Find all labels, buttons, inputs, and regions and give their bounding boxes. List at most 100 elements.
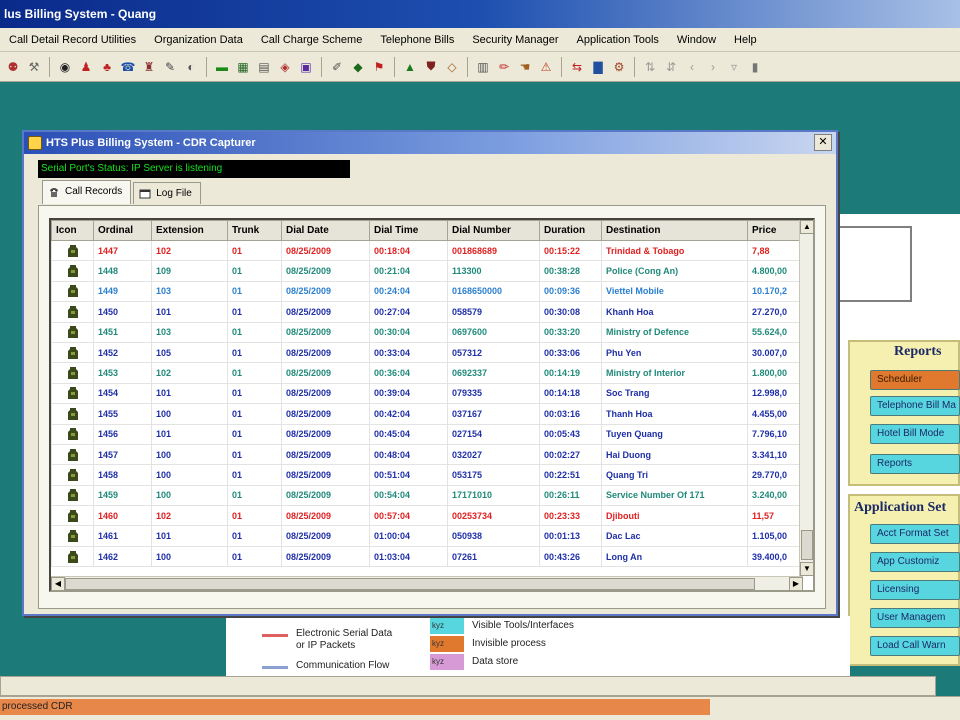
- hand-icon[interactable]: ☚: [516, 58, 534, 76]
- table-row[interactable]: 1461 101 01 08/25/2009 01:00:04 050938 00:01:1…: [51, 525, 804, 547]
- telephone-icon[interactable]: ☎: [119, 58, 137, 76]
- table-row[interactable]: 1455 100 01 08/25/2009 00:42:04 037167 00:03:1…: [51, 403, 804, 425]
- mouse-icon[interactable]: ◐: [182, 58, 200, 76]
- column-header-ordinal[interactable]: Ordinal: [93, 220, 152, 241]
- column-header-duration[interactable]: Duration: [539, 220, 602, 241]
- forward-icon[interactable]: ›: [704, 58, 722, 76]
- flag-icon[interactable]: ⚑: [370, 58, 388, 76]
- filter-icon[interactable]: ▿: [725, 58, 743, 76]
- table-row[interactable]: 1449 103 01 08/25/2009 00:24:04 0168650000 00:…: [51, 280, 804, 303]
- cell-destination: Tuyen Quang: [601, 423, 748, 445]
- wrench-icon[interactable]: ⚒: [25, 58, 43, 76]
- cdr-window-title-bar[interactable]: HTS Plus Billing System - CDR Capturer ✕: [24, 132, 836, 154]
- vertical-scrollbar[interactable]: ▲ ▼: [799, 220, 813, 576]
- tag-icon[interactable]: ◇: [443, 58, 461, 76]
- back-icon[interactable]: ‹: [683, 58, 701, 76]
- table-row[interactable]: 1453 102 01 08/25/2009 00:36:04 0692337 00:14:…: [51, 362, 804, 384]
- pen-icon[interactable]: ✎: [161, 58, 179, 76]
- tab-log-file[interactable]: Log File: [133, 182, 201, 204]
- tools-icon[interactable]: ⚙: [610, 58, 628, 76]
- person-icon[interactable]: ♜: [140, 58, 158, 76]
- column-header-icon[interactable]: Icon: [51, 220, 94, 241]
- edit-icon[interactable]: ✐: [328, 58, 346, 76]
- column-header-trunk[interactable]: Trunk: [227, 220, 282, 241]
- report-icon[interactable]: ▣: [297, 58, 315, 76]
- cell-ordinal: 1459: [93, 484, 152, 507]
- scroll-down-icon[interactable]: ▼: [800, 562, 813, 576]
- menu-application-tools[interactable]: Application Tools: [568, 34, 668, 46]
- group-icon[interactable]: ♣: [98, 58, 116, 76]
- money-icon[interactable]: ▬: [213, 58, 231, 76]
- app-icon: [28, 136, 42, 150]
- notepad-icon[interactable]: ▥: [474, 58, 492, 76]
- chart-icon[interactable]: ◈: [276, 58, 294, 76]
- shield-icon[interactable]: ⛊: [422, 58, 440, 76]
- table-row[interactable]: 1454 101 01 08/25/2009 00:39:04 079335 00:14:1…: [51, 382, 804, 405]
- table-row[interactable]: 1460 102 01 08/25/2009 00:57:04 00253734 00:23…: [51, 505, 804, 527]
- acct-format-button[interactable]: Acct Format Set: [870, 524, 960, 544]
- table-row[interactable]: 1447 102 01 08/25/2009 00:18:04 001868689 00:1…: [51, 239, 804, 262]
- sort-asc-icon[interactable]: ⇅: [641, 58, 659, 76]
- scheduler-button[interactable]: Scheduler: [870, 370, 960, 390]
- cell-price: 29.770,0: [747, 464, 804, 486]
- menu-organization-data[interactable]: Organization Data: [145, 34, 252, 46]
- pencil-icon[interactable]: ✏: [495, 58, 513, 76]
- table-row[interactable]: 1448 109 01 08/25/2009 00:21:04 113300 00:38:2…: [51, 260, 804, 282]
- user-management-button[interactable]: User Managem: [870, 608, 960, 628]
- licensing-button[interactable]: Licensing: [870, 580, 960, 600]
- column-header-price[interactable]: Price: [747, 220, 804, 241]
- load-call-warning-button[interactable]: Load Call Warn: [870, 636, 960, 656]
- house-icon[interactable]: ▲: [401, 58, 419, 76]
- users-icon[interactable]: ⚉: [4, 58, 22, 76]
- scroll-left-icon[interactable]: ◀: [51, 577, 65, 590]
- menu-window[interactable]: Window: [668, 34, 725, 46]
- table-row[interactable]: 1459 100 01 08/25/2009 00:54:04 17171010 00:26…: [51, 484, 804, 507]
- document-icon[interactable]: ▤: [255, 58, 273, 76]
- column-header-destination[interactable]: Destination: [601, 220, 748, 241]
- connector-icon[interactable]: ⇆: [568, 58, 586, 76]
- table-row[interactable]: 1457 100 01 08/25/2009 00:48:04 032027 00:02:2…: [51, 443, 804, 466]
- exit-icon[interactable]: ▮: [746, 58, 764, 76]
- column-header-extension[interactable]: Extension: [151, 220, 228, 241]
- sort-desc-icon[interactable]: ⇵: [662, 58, 680, 76]
- close-button[interactable]: ✕: [814, 134, 832, 151]
- table-row[interactable]: 1452 105 01 08/25/2009 00:33:04 057312 00:33:0…: [51, 341, 804, 364]
- column-header-dial-time[interactable]: Dial Time: [369, 220, 448, 241]
- hotel-bill-button[interactable]: Hotel Bill Mode: [870, 424, 960, 444]
- menu-call-charge-scheme[interactable]: Call Charge Scheme: [252, 34, 372, 46]
- grid-icon[interactable]: ▦: [234, 58, 252, 76]
- alarm-icon[interactable]: ⚠: [537, 58, 555, 76]
- call-records-grid[interactable]: Icon Ordinal Extension Trunk Dial Date D…: [49, 218, 815, 592]
- reports-button[interactable]: Reports: [870, 454, 960, 474]
- binoculars-icon[interactable]: ◉: [56, 58, 74, 76]
- column-header-dial-date[interactable]: Dial Date: [281, 220, 370, 241]
- scroll-up-icon[interactable]: ▲: [800, 220, 813, 234]
- grid-header-row: Icon Ordinal Extension Trunk Dial Date D…: [51, 220, 804, 241]
- cell-extension: 102: [151, 362, 228, 384]
- bar-chart-icon[interactable]: ▇: [589, 58, 607, 76]
- tab-call-records[interactable]: Call Records: [42, 180, 132, 204]
- table-row[interactable]: 1451 103 01 08/25/2009 00:30:04 0697600 00:33:…: [51, 321, 804, 343]
- table-row[interactable]: 1458 100 01 08/25/2009 00:51:04 053175 00:22:5…: [51, 464, 804, 486]
- cell-trunk: 01: [227, 403, 282, 425]
- horizontal-scroll-thumb[interactable]: [65, 578, 755, 590]
- table-row[interactable]: 1462 100 01 08/25/2009 01:03:04 07261 00:43:26…: [51, 545, 804, 568]
- row-icon-cell: [51, 362, 94, 384]
- telephone-bill-button[interactable]: Telephone Bill Ma: [870, 396, 960, 416]
- column-header-dial-number[interactable]: Dial Number: [447, 220, 540, 241]
- app-customize-button[interactable]: App Customiz: [870, 552, 960, 572]
- diamond-icon[interactable]: ◆: [349, 58, 367, 76]
- scroll-right-icon[interactable]: ▶: [789, 577, 803, 590]
- user-icon[interactable]: ♟: [77, 58, 95, 76]
- horizontal-scrollbar[interactable]: ◀ ▶: [51, 576, 803, 590]
- cdr-capturer-window[interactable]: HTS Plus Billing System - CDR Capturer ✕…: [22, 130, 838, 616]
- menu-call-detail-record-utilities[interactable]: Call Detail Record Utilities: [0, 34, 145, 46]
- cell-extension: 105: [151, 341, 228, 364]
- table-row[interactable]: 1450 101 01 08/25/2009 00:27:04 058579 00:30:0…: [51, 301, 804, 323]
- vertical-scroll-thumb[interactable]: [801, 530, 813, 560]
- menu-telephone-bills[interactable]: Telephone Bills: [371, 34, 463, 46]
- menu-security-manager[interactable]: Security Manager: [463, 34, 567, 46]
- cell-extension: 103: [151, 321, 228, 343]
- table-row[interactable]: 1456 101 01 08/25/2009 00:45:04 027154 00:05:4…: [51, 423, 804, 445]
- menu-help[interactable]: Help: [725, 34, 766, 46]
